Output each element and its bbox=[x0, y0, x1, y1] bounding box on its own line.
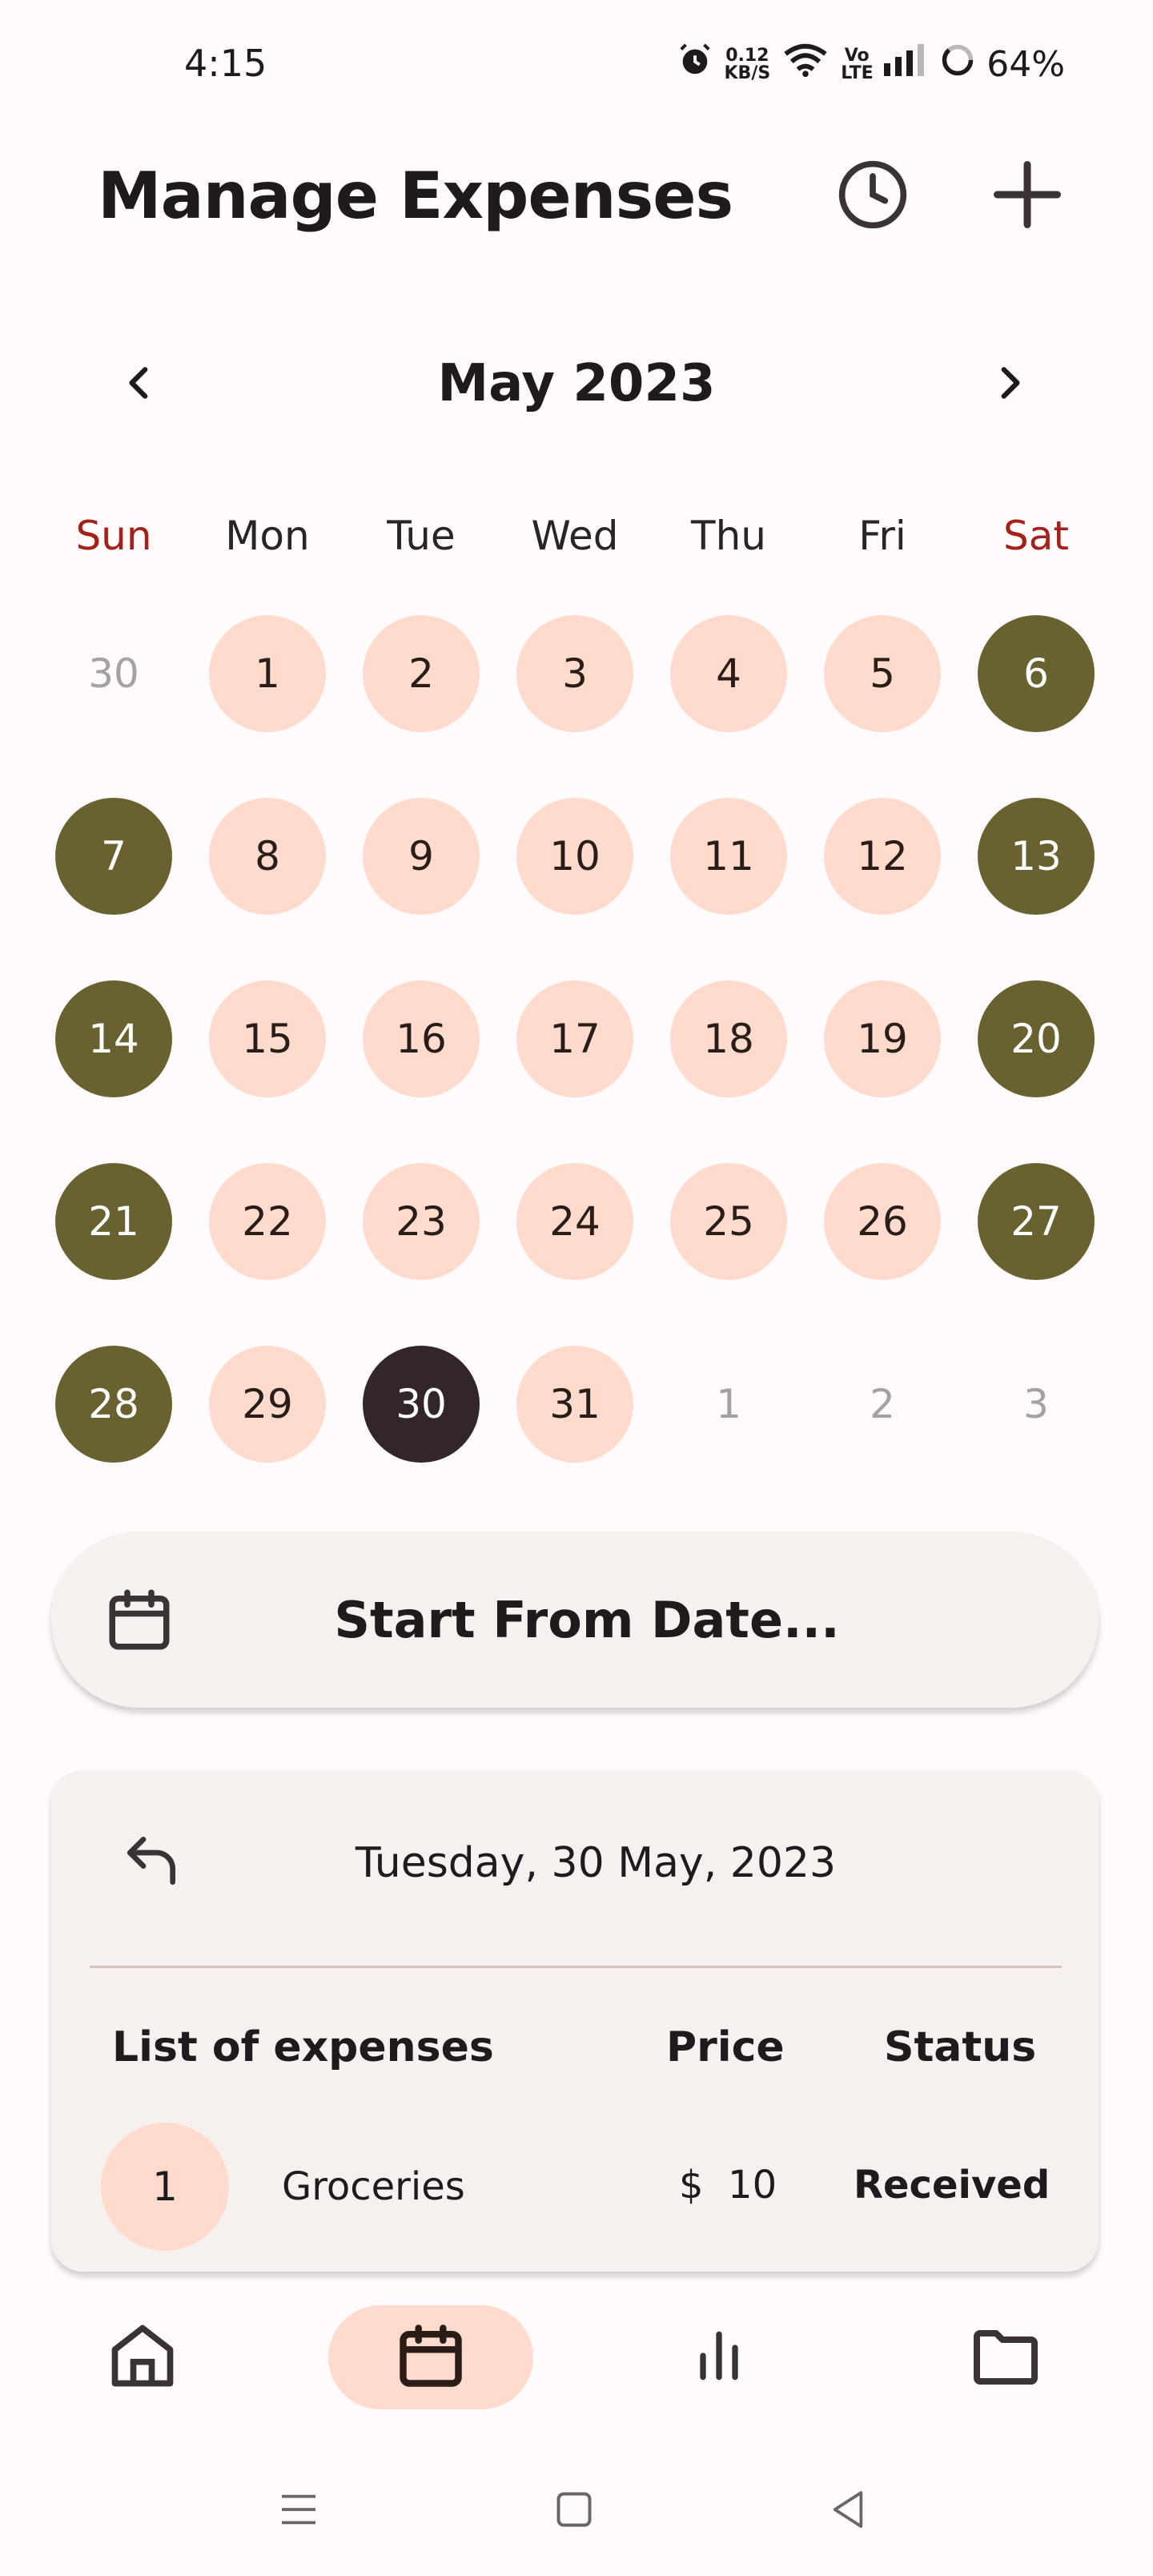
calendar-day[interactable]: 19 bbox=[824, 980, 941, 1097]
selected-date: Tuesday, 30 May, 2023 bbox=[355, 1839, 837, 1887]
start-from-date-label: Start From Date... bbox=[334, 1590, 840, 1649]
day-expenses-card: Tuesday, 30 May, 2023 List of expenses P… bbox=[51, 1770, 1099, 2272]
column-header-list: List of expenses bbox=[112, 2023, 494, 2071]
nav-home[interactable] bbox=[40, 2305, 245, 2409]
calendar-day[interactable]: 13 bbox=[978, 798, 1095, 915]
start-from-date-button[interactable]: Start From Date... bbox=[51, 1532, 1099, 1708]
plus-icon bbox=[991, 159, 1063, 234]
divider bbox=[90, 1966, 1062, 1968]
nav-files[interactable] bbox=[903, 2305, 1108, 2409]
expense-row[interactable]: 1 Groceries $ 10 Received bbox=[51, 2123, 1099, 2251]
calendar-day[interactable]: 9 bbox=[363, 798, 480, 915]
calendar-day[interactable]: 27 bbox=[978, 1163, 1095, 1280]
weekday-label: Sat bbox=[1003, 513, 1069, 559]
home-icon bbox=[106, 2319, 179, 2396]
calendar-icon bbox=[394, 2319, 468, 2396]
battery-level: 64% bbox=[986, 44, 1065, 85]
menu-icon bbox=[276, 2487, 321, 2535]
page-title: Manage Expenses bbox=[98, 159, 733, 233]
square-icon bbox=[553, 2489, 595, 2534]
nav-calendar[interactable] bbox=[328, 2305, 533, 2409]
month-navigation: May 2023 bbox=[0, 336, 1153, 433]
triangle-back-icon bbox=[826, 2487, 870, 2535]
status-bar: 4:15 0.12 KB/S Vo LTE 64% bbox=[0, 0, 1153, 136]
calendar-day[interactable]: 23 bbox=[363, 1163, 480, 1280]
calendar-day[interactable]: 12 bbox=[824, 798, 941, 915]
history-button[interactable] bbox=[829, 152, 917, 240]
expense-price: $ 10 bbox=[679, 2163, 777, 2208]
net-speed: 0.12 KB/S bbox=[724, 45, 771, 83]
weekday-label: Wed bbox=[531, 513, 619, 559]
calendar-day[interactable]: 14 bbox=[55, 980, 172, 1097]
home-button[interactable] bbox=[538, 2475, 610, 2547]
calendar-day-selected[interactable]: 30 bbox=[363, 1346, 480, 1463]
signal-icon bbox=[884, 44, 929, 85]
alarm-icon bbox=[677, 42, 713, 87]
calendar-day[interactable]: 11 bbox=[670, 798, 787, 915]
clock-icon bbox=[836, 158, 910, 235]
back-button[interactable] bbox=[107, 1818, 195, 1906]
folder-icon bbox=[967, 2317, 1044, 2397]
expense-status: Received bbox=[854, 2163, 1051, 2208]
calendar-day[interactable]: 25 bbox=[670, 1163, 787, 1280]
calendar-day[interactable]: 18 bbox=[670, 980, 787, 1097]
calendar-day[interactable]: 16 bbox=[363, 980, 480, 1097]
weekday-header: Sun Mon Tue Wed Thu Fri Sat bbox=[0, 497, 1153, 577]
calendar-day[interactable]: 5 bbox=[824, 615, 941, 732]
battery-icon bbox=[940, 42, 975, 87]
calendar-day[interactable]: 2 bbox=[824, 1346, 941, 1463]
calendar-day[interactable]: 17 bbox=[516, 980, 633, 1097]
menu-button[interactable] bbox=[263, 2475, 335, 2547]
weekday-label: Tue bbox=[387, 513, 456, 559]
calendar-day[interactable]: 26 bbox=[824, 1163, 941, 1280]
volte-label: Vo LTE bbox=[841, 45, 874, 83]
calendar-day[interactable]: 30 bbox=[55, 615, 172, 732]
bar-chart-icon bbox=[687, 2324, 751, 2391]
calendar-day[interactable]: 15 bbox=[209, 980, 326, 1097]
next-month-button[interactable] bbox=[965, 340, 1053, 429]
calendar-day[interactable]: 6 bbox=[978, 615, 1095, 732]
bottom-navigation bbox=[0, 2291, 1153, 2435]
undo-arrow-icon bbox=[119, 1829, 183, 1896]
calendar-day[interactable]: 1 bbox=[670, 1346, 787, 1463]
weekday-label: Mon bbox=[225, 513, 310, 559]
calendar-day[interactable]: 29 bbox=[209, 1346, 326, 1463]
system-navigation-bar bbox=[0, 2451, 1153, 2576]
calendar-day[interactable]: 22 bbox=[209, 1163, 326, 1280]
back-nav-button[interactable] bbox=[812, 2475, 884, 2547]
wifi-icon bbox=[781, 42, 830, 87]
add-expense-button[interactable] bbox=[983, 152, 1071, 240]
net-speed-value: 0.12 bbox=[725, 45, 769, 66]
calendar-day[interactable]: 8 bbox=[209, 798, 326, 915]
weekday-label: Thu bbox=[691, 513, 766, 559]
calendar-day[interactable]: 21 bbox=[55, 1163, 172, 1280]
calendar-day[interactable]: 3 bbox=[978, 1346, 1095, 1463]
column-header-price: Price bbox=[666, 2023, 785, 2071]
expense-number: 1 bbox=[101, 2123, 229, 2251]
calendar-day[interactable]: 31 bbox=[516, 1346, 633, 1463]
app-bar: Manage Expenses bbox=[0, 136, 1153, 256]
column-header-status: Status bbox=[884, 2023, 1037, 2071]
calendar-day[interactable]: 2 bbox=[363, 615, 480, 732]
calendar-day[interactable]: 7 bbox=[55, 798, 172, 915]
calendar-day[interactable]: 4 bbox=[670, 615, 787, 732]
status-time: 4:15 bbox=[184, 42, 267, 85]
calendar-day[interactable]: 28 bbox=[55, 1346, 172, 1463]
status-icons: 0.12 KB/S Vo LTE 64% bbox=[677, 42, 1065, 87]
calendar-day[interactable]: 10 bbox=[516, 798, 633, 915]
calendar-day[interactable]: 3 bbox=[516, 615, 633, 732]
calendar-day[interactable]: 1 bbox=[209, 615, 326, 732]
nav-stats[interactable] bbox=[617, 2305, 822, 2409]
weekday-label: Sun bbox=[75, 513, 152, 559]
net-speed-unit: KB/S bbox=[724, 62, 771, 83]
calendar-day[interactable]: 24 bbox=[516, 1163, 633, 1280]
chevron-right-icon bbox=[989, 363, 1029, 406]
weekday-label: Fri bbox=[858, 513, 906, 559]
calendar-day[interactable]: 20 bbox=[978, 980, 1095, 1097]
expense-name: Groceries bbox=[282, 2164, 465, 2209]
